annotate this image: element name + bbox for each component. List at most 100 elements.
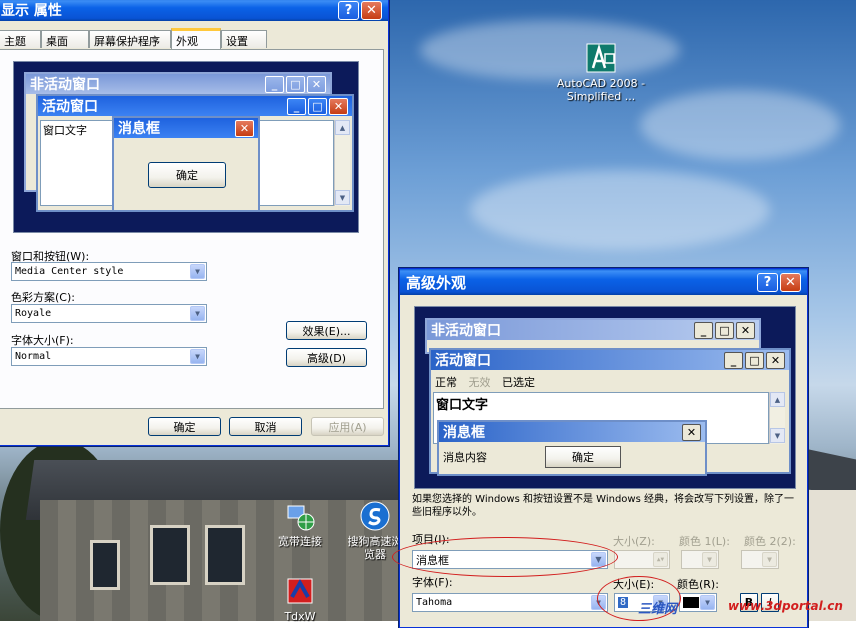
preview-scrollbar: ▲ ▼ xyxy=(769,392,785,444)
color-scheme-label: 色彩方案(C): xyxy=(11,291,75,304)
scroll-up-icon: ▲ xyxy=(770,392,785,407)
preview-window-text: 窗口文字 xyxy=(43,124,87,137)
font-size-label: 字体大小(F): xyxy=(11,334,74,347)
chevron-down-icon: ▼ xyxy=(190,264,205,279)
cancel-button[interactable]: 取消 xyxy=(229,417,302,436)
color-scheme-value: Royale xyxy=(15,308,52,319)
advanced-preview: 非活动窗口 _ □ ✕ 活动窗口 _ □ ✕ 正常 无效 已选定 窗口文字 ▲ … xyxy=(414,306,796,489)
color1-label: 颜色 1(L): xyxy=(679,535,730,548)
spinner-icon: ▲▼ xyxy=(653,552,668,567)
windows-buttons-value: Media Center style xyxy=(15,266,124,277)
autocad-icon xyxy=(585,42,617,74)
tab-appearance[interactable]: 外观 xyxy=(171,28,221,49)
preview-inactive-title: 非活动窗口 xyxy=(431,323,501,339)
sogou-browser-icon xyxy=(359,500,391,532)
preview-active-title: 活动窗口 xyxy=(435,353,491,369)
watermark-logo: 三维网 xyxy=(638,602,678,617)
close-icon: ✕ xyxy=(307,75,326,93)
preview-menu-bar: 正常 无效 已选定 xyxy=(435,374,535,390)
preview-msgbox-titlebar: 消息框 ✕ xyxy=(114,118,258,138)
help-button[interactable]: ? xyxy=(757,272,778,292)
size-label: 大小(Z): xyxy=(613,535,655,548)
preview-scrollbar: ▲ ▼ xyxy=(334,120,350,206)
font-size-select[interactable]: Normal ▼ xyxy=(11,347,207,366)
size-spinner[interactable]: ▲▼ xyxy=(614,550,670,569)
highlight-ellipse xyxy=(392,537,618,577)
font-select[interactable]: Tahoma ▼ xyxy=(412,593,608,612)
tab-desktop[interactable]: 桌面 xyxy=(41,30,89,48)
windows-buttons-select[interactable]: Media Center style ▼ xyxy=(11,262,207,281)
chevron-down-icon: ▼ xyxy=(702,552,717,567)
preview-ok-button: 确定 xyxy=(545,446,621,468)
advanced-button[interactable]: 高级(D) xyxy=(286,348,367,367)
color1-picker[interactable]: ▼ xyxy=(681,550,719,569)
color2-label: 颜色 2(2): xyxy=(744,535,796,548)
help-button[interactable]: ? xyxy=(338,0,359,20)
cloud xyxy=(470,170,770,250)
effects-button[interactable]: 效果(E)... xyxy=(286,321,367,340)
minimize-icon: _ xyxy=(694,321,713,339)
minimize-icon: _ xyxy=(265,75,284,93)
preview-active-titlebar: 活动窗口 _ □ ✕ xyxy=(431,350,789,370)
house-window xyxy=(90,540,120,590)
preview-active-titlebar: 活动窗口 _ □ ✕ xyxy=(38,96,352,116)
close-icon: ✕ xyxy=(235,119,254,137)
apply-button[interactable]: 应用(A) xyxy=(311,417,384,436)
watermark-url: www.3dportal.cn xyxy=(728,599,843,613)
preview-ok-button: 确定 xyxy=(148,162,226,188)
color2-picker[interactable]: ▼ xyxy=(741,550,779,569)
maximize-icon: □ xyxy=(308,97,327,115)
network-icon xyxy=(284,500,316,532)
menu-selected: 已选定 xyxy=(502,376,535,389)
desktop-icon-label: TdxW xyxy=(284,610,316,623)
preview-message-box: 消息框 ✕ 确定 xyxy=(112,116,260,212)
maximize-icon: □ xyxy=(745,351,764,369)
window-title: 显示 属性 xyxy=(1,3,62,19)
tdxw-icon xyxy=(284,575,316,607)
color-scheme-select[interactable]: Royale ▼ xyxy=(11,304,207,323)
preview-active-title: 活动窗口 xyxy=(42,99,98,115)
preview-msgbox-title: 消息框 xyxy=(118,121,160,137)
maximize-icon: □ xyxy=(715,321,734,339)
preview-msgbox-title: 消息框 xyxy=(443,425,485,441)
preview-msg-text: 消息内容 xyxy=(443,451,487,464)
preview-message-box: 消息框 ✕ 消息内容 确定 xyxy=(437,420,707,476)
menu-normal: 正常 xyxy=(435,376,457,389)
preview-inactive-titlebar: 非活动窗口 _ □ ✕ xyxy=(26,74,330,94)
dialog-title: 高级外观 xyxy=(406,273,467,292)
maximize-icon: □ xyxy=(286,75,305,93)
close-icon: ✕ xyxy=(682,423,701,441)
close-button[interactable]: ✕ xyxy=(361,0,382,20)
chevron-down-icon: ▼ xyxy=(762,552,777,567)
chevron-down-icon: ▼ xyxy=(700,595,715,610)
close-icon: ✕ xyxy=(766,351,785,369)
desktop-icon-autocad[interactable]: AutoCAD 2008 - Simplified ... xyxy=(556,42,646,103)
display-properties-window: 显示 属性 ? ✕ 主题 桌面 屏幕保护程序 外观 设置 非活动窗口 _ □ ✕… xyxy=(0,0,389,446)
close-icon: ✕ xyxy=(736,321,755,339)
font-color-picker[interactable]: ▼ xyxy=(679,593,717,612)
chevron-down-icon: ▼ xyxy=(190,306,205,321)
font-value: Tahoma xyxy=(416,597,453,608)
preview-inactive-titlebar: 非活动窗口 _ □ ✕ xyxy=(427,320,759,340)
scroll-down-icon: ▼ xyxy=(770,428,785,443)
font-label: 字体(F): xyxy=(412,576,453,589)
preview-msgbox-titlebar: 消息框 ✕ xyxy=(439,422,705,442)
title-bar[interactable]: 高级外观 ? ✕ xyxy=(400,269,807,295)
advanced-note: 如果您选择的 Windows 和按钮设置不是 Windows 经典，将会改写下列… xyxy=(412,494,794,518)
house-window xyxy=(150,525,190,585)
cloud xyxy=(640,90,840,160)
ok-button[interactable]: 确定 xyxy=(148,417,221,436)
title-bar[interactable]: 显示 属性 ? ✕ xyxy=(0,0,388,21)
font-size-value: Normal xyxy=(15,351,52,362)
minimize-icon: _ xyxy=(287,97,306,115)
tab-screensaver[interactable]: 屏幕保护程序 xyxy=(89,30,171,48)
appearance-preview: 非活动窗口 _ □ ✕ 活动窗口 _ □ ✕ 窗口文字 ▲ ▼ 消息框 ✕ 确定 xyxy=(13,61,359,233)
preview-inactive-title: 非活动窗口 xyxy=(30,77,100,93)
font-color-label: 颜色(R): xyxy=(677,578,719,591)
tab-themes[interactable]: 主题 xyxy=(0,30,41,48)
color-swatch xyxy=(683,597,699,608)
tab-settings[interactable]: 设置 xyxy=(221,30,267,48)
desktop-icon-tdxw[interactable]: TdxW xyxy=(255,575,345,623)
close-button[interactable]: ✕ xyxy=(780,272,801,292)
desktop-icon-label: AutoCAD 2008 - Simplified ... xyxy=(556,77,646,103)
